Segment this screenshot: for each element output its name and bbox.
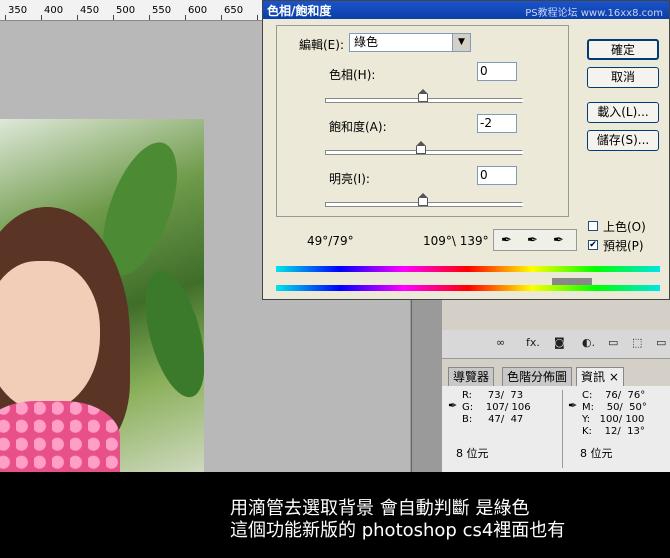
ruler-tick-650: 650 [224, 5, 244, 16]
chevron-down-icon[interactable]: ▼ [452, 34, 470, 51]
hue-label: 色相(H): [329, 68, 376, 82]
bit-depth-left: 8 位元 [456, 447, 489, 460]
delete-layer-icon[interactable]: ▭ [656, 336, 666, 349]
range-right-values: 109°\ 139° [423, 234, 489, 248]
lightness-field[interactable]: 0 [477, 166, 517, 185]
ok-button[interactable]: 確定 [587, 39, 659, 60]
range-left-values: 49°/79° [307, 234, 354, 248]
colorize-label: 上色(O) [603, 220, 646, 234]
colorize-checkbox[interactable] [588, 221, 598, 231]
adjustment-layer-icon[interactable]: ◐. [582, 336, 595, 349]
mask-icon[interactable]: ◙ [554, 336, 565, 349]
divider [562, 390, 563, 468]
caption-area: 用滴管去選取背景 會自動判斷 是綠色 這個功能新版的 photoshop cs4… [0, 472, 670, 558]
save-button[interactable]: 儲存(S)... [587, 130, 659, 151]
cmyk-readout: C: 76/ 76° M: 50/ 50° Y: 100/ 100 K: 12/… [582, 390, 647, 437]
eyedropper-minus-icon[interactable]: ✒ [553, 233, 564, 248]
preview-label: 預視(P) [603, 239, 644, 253]
shirt-shape [0, 401, 120, 472]
ruler-tick-550: 550 [152, 5, 172, 16]
lightness-label: 明亮(I): [329, 172, 370, 186]
ruler-tick-500: 500 [116, 5, 136, 16]
panel-gutter [410, 300, 442, 472]
eyedropper-icon[interactable]: ✒ [501, 233, 512, 248]
ruler-tick-450: 450 [80, 5, 100, 16]
saturation-label: 飽和度(A): [329, 120, 387, 134]
rgb-readout: R: 73/ 73 G: 107/ 106 B: 47/ 47 [462, 390, 531, 425]
saturation-field[interactable]: -2 [477, 114, 517, 133]
horizontal-ruler: 350 400 450 500 550 600 650 [0, 0, 262, 21]
close-icon[interactable]: × [609, 370, 619, 384]
caption-line-2: 這個功能新版的 photoshop cs4裡面也有 [230, 520, 566, 541]
new-layer-icon[interactable]: ⬚ [632, 336, 642, 349]
hue-field[interactable]: 0 [477, 62, 517, 81]
ruler-tick-600: 600 [188, 5, 208, 16]
edit-channel-value: 綠色 [354, 35, 379, 49]
layers-toolbar: ∞ fx. ◙ ◐. ▭ ⬚ ▭ [442, 330, 670, 359]
ruler-tick-400: 400 [44, 5, 64, 16]
tab-info[interactable]: 資訊 × [576, 367, 624, 386]
adjustment-group: 編輯(E): 綠色 ▼ 色相(H): 0 飽和度(A): -2 明亮(I): 0 [276, 25, 569, 217]
eyedropper-plus-icon[interactable]: ✒ [527, 233, 538, 248]
edit-channel-select[interactable]: 綠色 ▼ [349, 33, 471, 52]
dialog-title: 色相/飽和度 [267, 4, 332, 18]
input-color-bar [276, 266, 660, 272]
hue-saturation-dialog: 色相/飽和度 PS教程论坛 www.16xx8.com 編輯(E): 綠色 ▼ … [262, 0, 670, 300]
tab-info-label: 資訊 [581, 370, 606, 384]
watermark-text: PS教程论坛 www.16xx8.com [525, 8, 663, 19]
edit-label: 編輯(E): [299, 38, 344, 52]
eyedropper-icon: ✒ [448, 399, 458, 412]
dialog-titlebar[interactable]: 色相/飽和度 PS教程论坛 www.16xx8.com [263, 1, 669, 19]
range-slider-fill[interactable] [552, 278, 592, 285]
photo-image[interactable] [0, 119, 204, 472]
tab-histogram[interactable]: 色階分佈圖 [502, 367, 573, 386]
load-button[interactable]: 載入(L)... [587, 102, 659, 123]
preview-checkbox[interactable]: ✔ [588, 240, 598, 250]
leaf-shape [134, 264, 204, 404]
group-icon[interactable]: ▭ [608, 336, 618, 349]
fx-icon[interactable]: fx. [526, 336, 540, 349]
tab-navigator[interactable]: 導覽器 [448, 367, 495, 386]
range-slider-strip[interactable] [276, 278, 660, 285]
bit-depth-right: 8 位元 [580, 447, 613, 460]
info-panel: ✒ R: 73/ 73 G: 107/ 106 B: 47/ 47 ✒ C: 7… [442, 386, 670, 472]
divider [411, 300, 412, 472]
output-color-bar [276, 285, 660, 291]
cancel-button[interactable]: 取消 [587, 67, 659, 88]
panel-tabs: 導覽器 色階分佈圖 資訊 × [442, 364, 670, 387]
eyedropper-icon: ✒ [568, 399, 578, 412]
link-layers-icon[interactable]: ∞ [496, 336, 505, 349]
ruler-tick-350: 350 [8, 5, 28, 16]
